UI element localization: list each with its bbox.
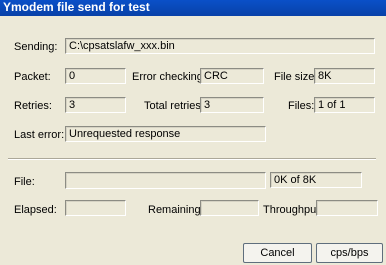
remaining-label: Remaining: — [148, 204, 204, 216]
error-checking-label: Error checking: — [132, 71, 206, 83]
cps-bps-button[interactable]: cps/bps — [316, 243, 383, 263]
file-label: File: — [14, 176, 35, 188]
last-error-label: Last error: — [14, 129, 65, 141]
window-title: Ymodem file send for test — [3, 0, 150, 14]
sending-label: Sending: — [14, 41, 58, 53]
file-size-field: 8K — [314, 68, 375, 84]
file-progress-text: 0K of 8K — [270, 172, 362, 188]
elapsed-label: Elapsed: — [14, 204, 57, 216]
remaining-field — [200, 200, 259, 216]
last-error-field: Unrequested response — [65, 126, 266, 142]
throughput-field — [316, 200, 378, 216]
elapsed-field — [65, 200, 126, 216]
total-retries-label: Total retries: — [144, 100, 204, 112]
packet-field: 0 — [65, 68, 126, 84]
retries-field: 3 — [65, 97, 126, 113]
files-field: 1 of 1 — [314, 97, 375, 113]
title-bar[interactable]: Ymodem file send for test — [0, 0, 386, 16]
separator-highlight — [8, 159, 376, 160]
total-retries-field: 3 — [200, 97, 264, 113]
throughput-label: Throughput: — [263, 204, 323, 216]
file-progress-bar — [65, 172, 266, 189]
file-size-label: File size: — [274, 71, 318, 83]
ymodem-send-dialog: Ymodem file send for test Sending: C:\cp… — [0, 0, 386, 265]
error-checking-field: CRC — [200, 68, 264, 84]
files-label: Files: — [288, 100, 315, 112]
sending-field: C:\cpsatslafw_xxx.bin — [65, 38, 375, 54]
cancel-button[interactable]: Cancel — [243, 243, 312, 263]
packet-label: Packet: — [14, 71, 51, 83]
retries-label: Retries: — [14, 100, 52, 112]
